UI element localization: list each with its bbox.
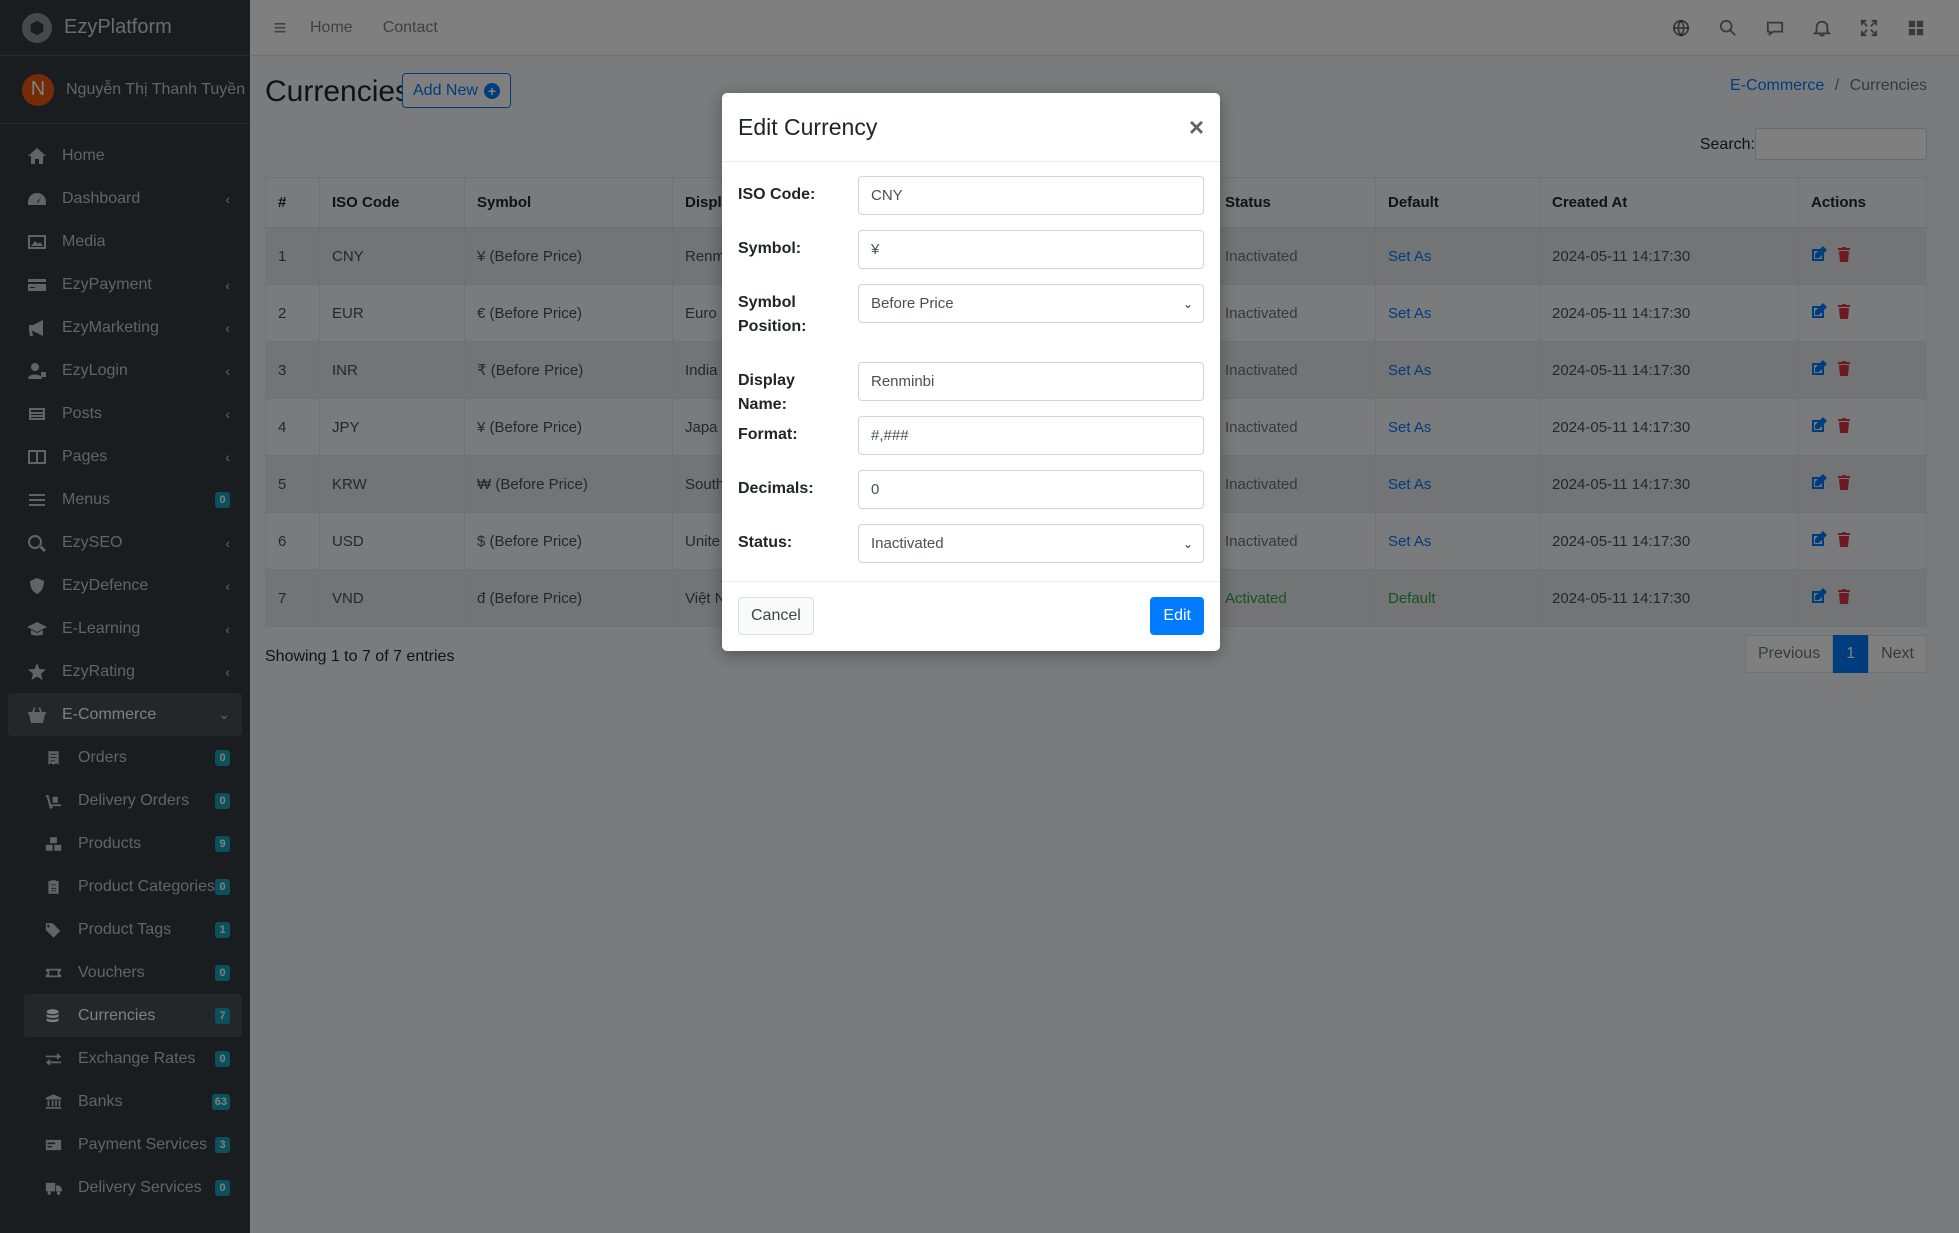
decimals-input[interactable]: 0 <box>858 470 1204 509</box>
chevron-down-icon: ⌄ <box>1182 296 1193 311</box>
decimals-label: Decimals: <box>738 480 814 497</box>
close-icon[interactable]: × <box>1189 114 1204 140</box>
chevron-down-icon: ⌄ <box>1182 536 1193 551</box>
modal-title: Edit Currency <box>738 113 878 140</box>
cancel-button[interactable]: Cancel <box>738 597 814 635</box>
status-select[interactable]: Inactivated ⌄ <box>858 524 1204 563</box>
iso-code-label: ISO Code: <box>738 186 816 203</box>
edit-currency-modal: Edit Currency × ISO Code: CNY Symbol: ¥ … <box>722 93 1220 651</box>
symbol-position-label: Symbol Position: <box>738 294 807 335</box>
edit-button[interactable]: Edit <box>1150 597 1204 635</box>
status-value: Inactivated <box>871 535 944 552</box>
modal-footer: Cancel Edit <box>722 582 1220 650</box>
symbol-input[interactable]: ¥ <box>858 230 1204 269</box>
symbol-position-select[interactable]: Before Price ⌄ <box>858 284 1204 323</box>
symbol-label: Symbol: <box>738 240 802 257</box>
format-label: Format: <box>738 426 798 443</box>
display-name-label: Display Name: <box>738 372 795 413</box>
status-label: Status: <box>738 534 793 551</box>
modal-header: Edit Currency × <box>722 93 1220 162</box>
symbol-position-value: Before Price <box>871 295 954 312</box>
iso-code-input[interactable]: CNY <box>858 176 1204 215</box>
modal-body: ISO Code: CNY Symbol: ¥ Symbol Position:… <box>722 162 1220 582</box>
format-input[interactable]: #,### <box>858 416 1204 455</box>
display-name-input[interactable]: Renminbi <box>858 362 1204 401</box>
